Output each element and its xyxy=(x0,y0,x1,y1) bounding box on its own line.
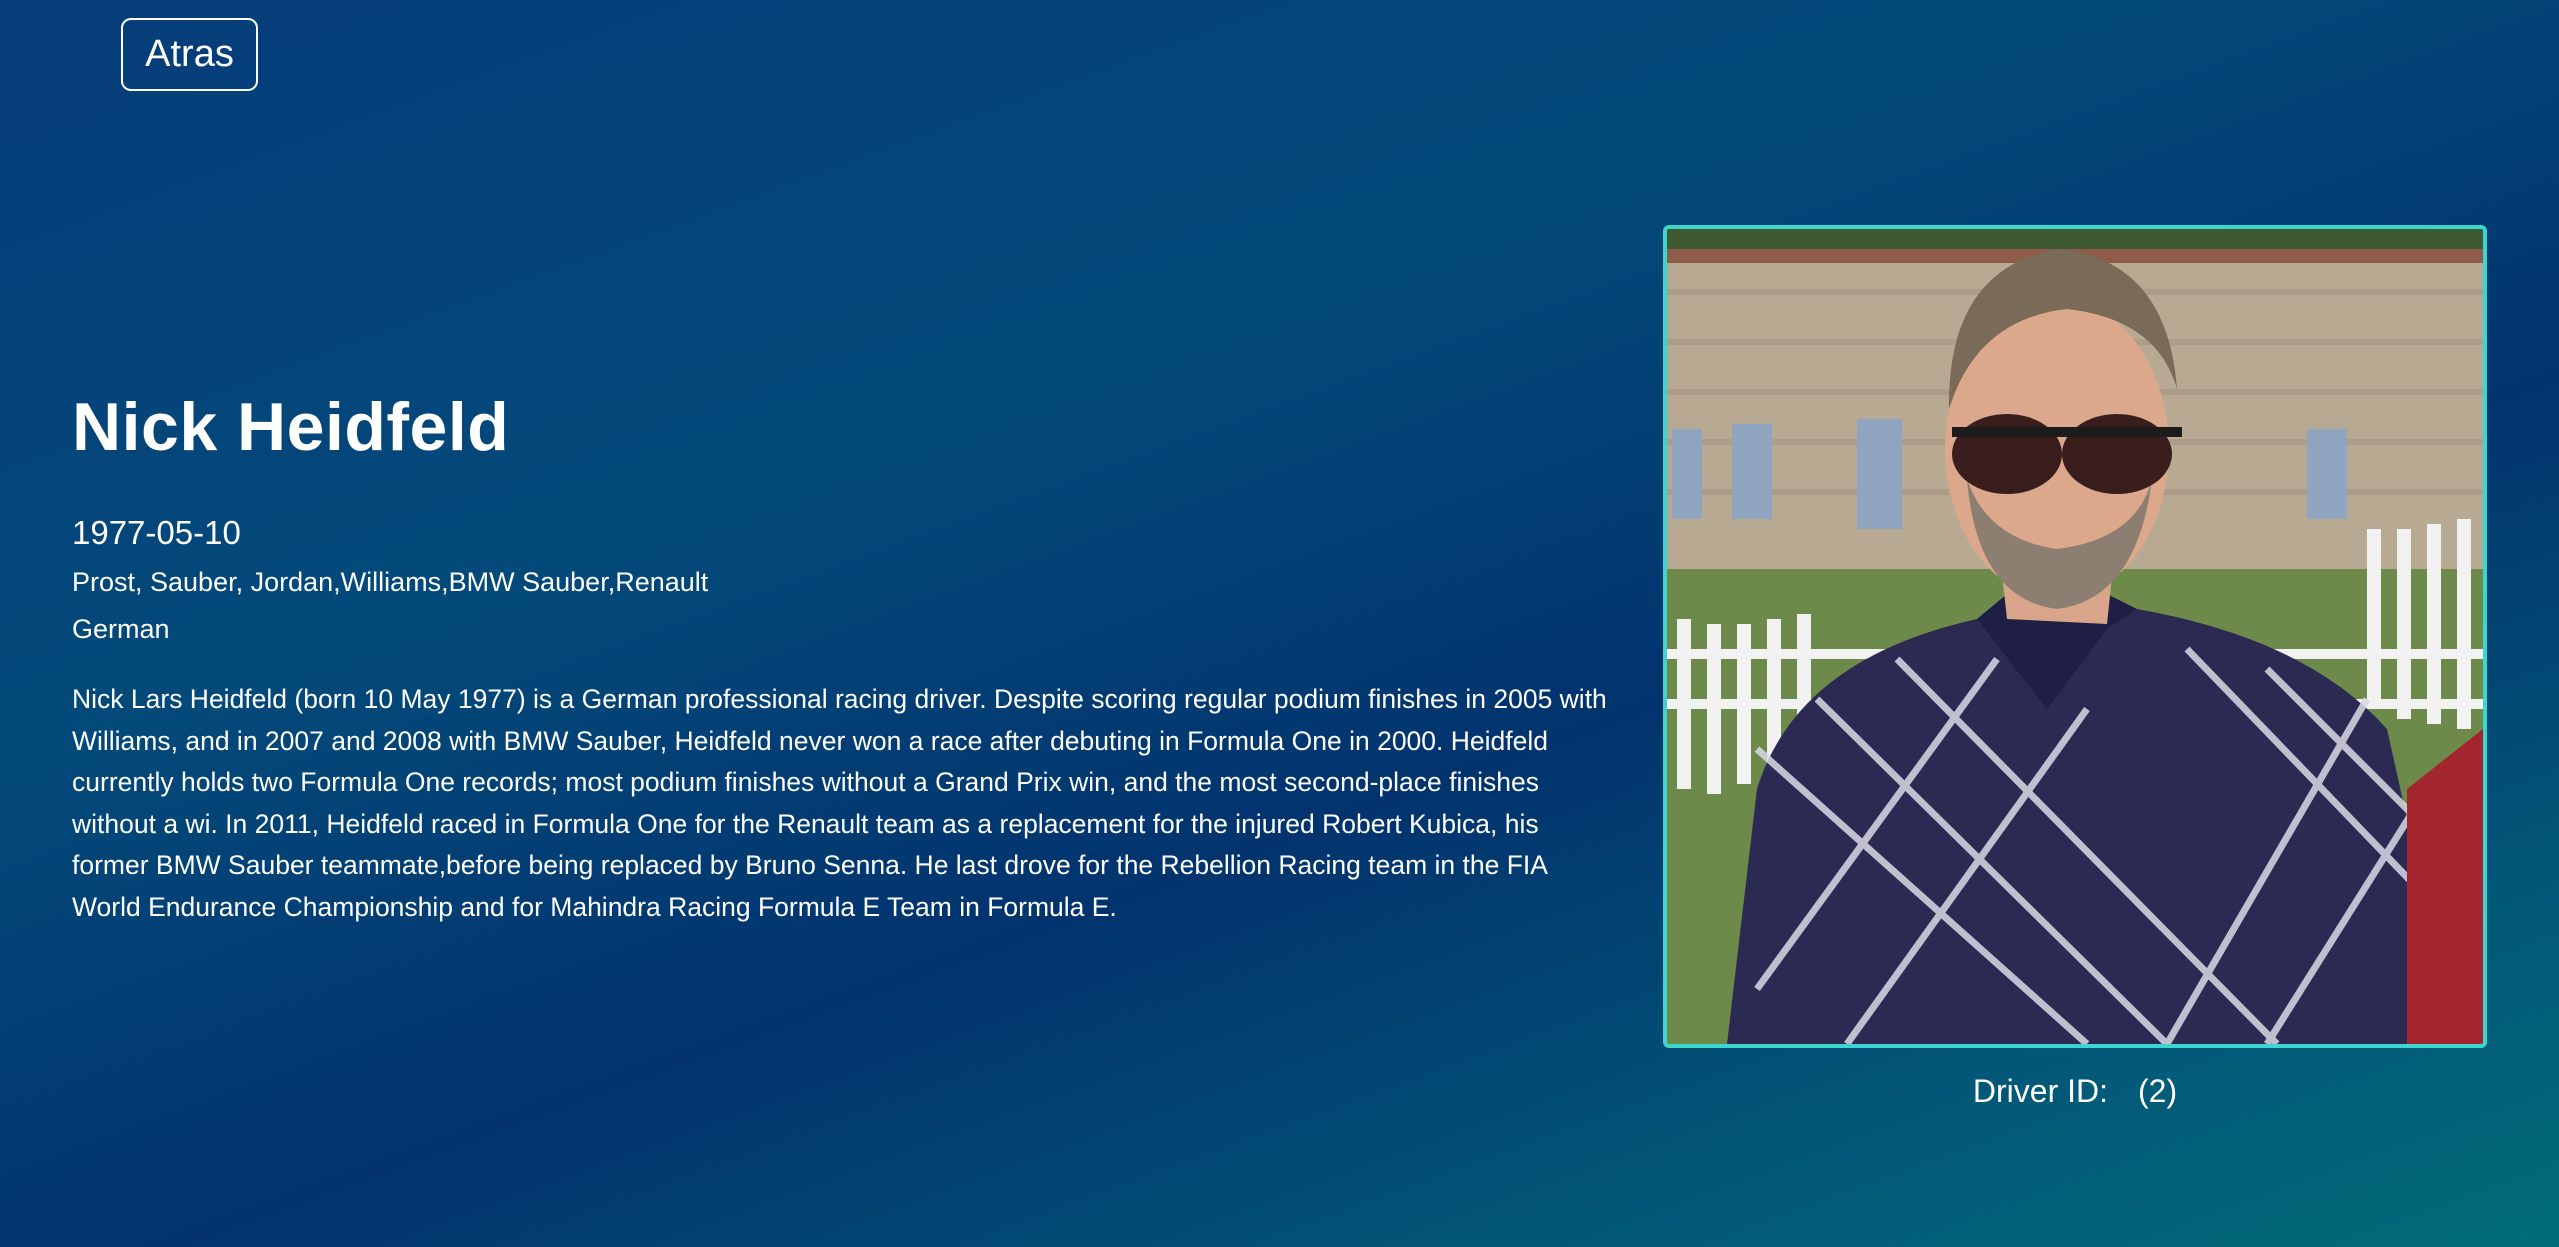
driver-id-value: (2) xyxy=(2138,1073,2178,1109)
driver-photo xyxy=(1663,225,2487,1048)
back-button[interactable]: Atras xyxy=(121,18,258,91)
driver-nationality: German xyxy=(72,613,170,644)
driver-teams: Prost, Sauber, Jordan,Williams,BMW Saube… xyxy=(72,567,709,598)
driver-info: Nick Heidfeld 1977-05-10 Prost, Sauber, … xyxy=(72,390,1612,928)
driver-dob: 1977-05-10 xyxy=(72,513,241,551)
driver-id-label: Driver ID: xyxy=(1972,1073,2108,1109)
driver-id: Driver ID: (2) xyxy=(1663,1073,2487,1110)
driver-bio: Nick Lars Heidfeld (born 10 May 1977) is… xyxy=(72,684,1607,922)
driver-name: Nick Heidfeld xyxy=(72,389,510,465)
